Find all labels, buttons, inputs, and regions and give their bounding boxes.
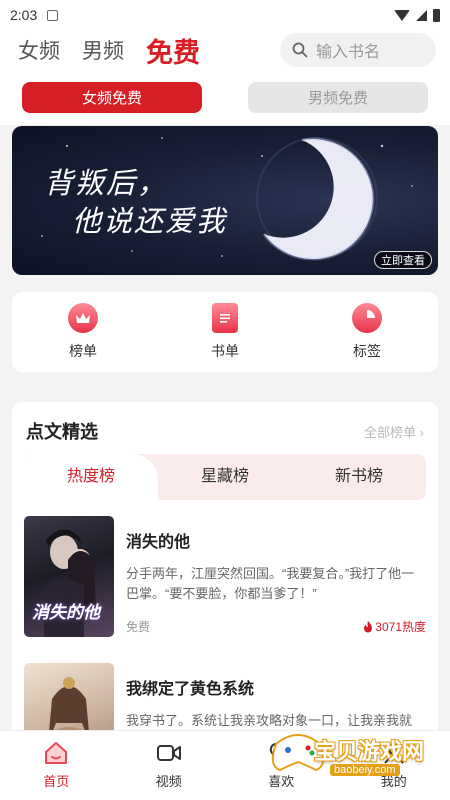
rank-tabs: 热度榜 星藏榜 新书榜 (24, 454, 426, 500)
book-title: 我绑定了黄色系统 (126, 681, 255, 698)
section-title: 点文精选 (26, 422, 98, 442)
book-description: 分手两年，江厘突然回国。“我要复合。”我打了他一巴掌。“要不要脸，你都当爹了！” (126, 566, 415, 601)
notification-icon (47, 9, 59, 21)
nav-label: 视频 (155, 774, 182, 789)
section-header: 点文精选 全部榜单 › (12, 402, 438, 446)
shortcut-label: 书单 (211, 343, 239, 359)
top-nav: 女频 男频 免费 输入书名 (0, 30, 450, 70)
wifi-icon (394, 9, 410, 21)
banner-title-line1: 背叛后， (44, 166, 169, 200)
tab-new[interactable]: 新书榜 (292, 454, 426, 500)
tab-star[interactable]: 星藏榜 (158, 454, 292, 500)
nav-video[interactable]: 视频 (113, 741, 226, 790)
tab-hot[interactable]: 热度榜 (24, 454, 158, 500)
chevron-right-icon: › (419, 424, 424, 440)
search-placeholder: 输入书名 (316, 44, 381, 61)
banner-title-line2: 他说还爱我 (72, 204, 228, 238)
cover-title: 消失的他 (32, 603, 100, 623)
battery-icon (433, 8, 440, 22)
promo-banner[interactable]: 背叛后， 他说还爱我 立即查看 (12, 126, 438, 275)
book-info: 消失的他 分手两年，江厘突然回国。“我要复合。”我打了他一巴掌。“要不要脸，你都… (126, 516, 426, 637)
book-cover[interactable]: 消失的他 (24, 516, 114, 637)
book-tag: 免费 (126, 620, 151, 634)
shortcut-rankings[interactable]: 榜单 (43, 303, 123, 361)
flame-icon (364, 620, 373, 632)
video-icon (156, 741, 182, 765)
document-icon (212, 303, 238, 333)
home-icon (43, 741, 69, 765)
tab-male[interactable]: 男频 (82, 35, 124, 65)
status-time: 2:03 (10, 7, 38, 23)
tab-free[interactable]: 免费 (146, 31, 200, 70)
book-meta: 免费 3071热度 (126, 618, 426, 635)
book-title: 消失的他 (126, 534, 191, 551)
shortcut-label: 标签 (353, 343, 381, 359)
banner-view-button[interactable]: 立即查看 (374, 251, 432, 269)
watermark-url: baobeiy.com (330, 764, 400, 776)
status-bar: 2:03 (0, 0, 450, 30)
shortcut-bar: 榜单 书单 标签 (12, 292, 438, 372)
book-heat: 3071热度 (363, 618, 426, 635)
search-input[interactable]: 输入书名 (280, 33, 436, 67)
pie-tag-icon (352, 303, 382, 333)
signal-icon (416, 9, 427, 21)
list-item[interactable]: 消失的他 消失的他 分手两年，江厘突然回国。“我要复合。”我打了他一巴掌。“要不… (12, 516, 438, 637)
nav-label: 首页 (43, 774, 70, 789)
nav-home[interactable]: 首页 (0, 741, 113, 790)
segment-female-free[interactable]: 女频免费 (22, 82, 202, 113)
watermark-logo: 宝贝游戏网 baobeiy.com (268, 712, 438, 782)
segment-male-free[interactable]: 男频免费 (248, 82, 428, 113)
shortcut-booklists[interactable]: 书单 (185, 303, 265, 361)
shortcut-label: 榜单 (69, 343, 97, 359)
all-rankings-link[interactable]: 全部榜单 › (364, 422, 424, 441)
watermark-text: 宝贝游戏网 (314, 739, 425, 764)
tab-female[interactable]: 女频 (18, 35, 60, 65)
segment-control: 女频免费 男频免费 (0, 70, 450, 125)
shortcut-tags[interactable]: 标签 (327, 303, 407, 361)
search-icon (292, 42, 308, 58)
status-icons (394, 8, 440, 22)
crown-icon (68, 303, 98, 333)
